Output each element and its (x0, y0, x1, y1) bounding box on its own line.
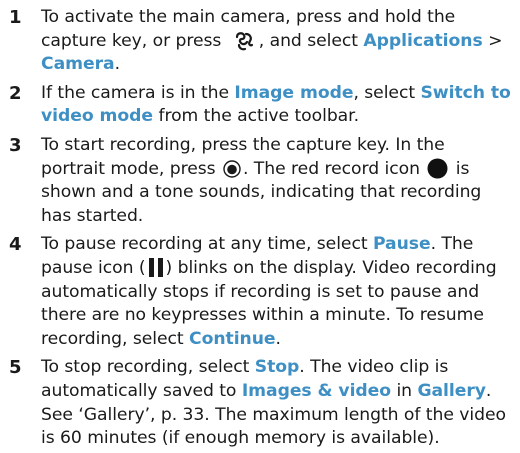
ui-label-stop: Stop (254, 357, 300, 378)
instruction-list: 1 To activate the main camera, press and… (4, 6, 514, 451)
ui-label-image-mode: Image mode (234, 82, 354, 103)
step-text: To pause recording at any time, select (41, 234, 373, 255)
ui-label-camera: Camera (41, 54, 115, 75)
step-number: 1 (9, 7, 22, 28)
step-4: 4 To pause recording at any time, select… (4, 233, 514, 351)
step-text: . The red record icon (242, 158, 420, 179)
ui-label-gallery: Gallery (417, 380, 486, 401)
step-text: , and select (258, 30, 358, 51)
step-number: 4 (9, 234, 22, 256)
step-3: 3 To start recording, press the capture … (4, 134, 514, 228)
step-number: 5 (9, 357, 22, 379)
step-text: . (114, 54, 120, 75)
step-text: . (275, 328, 281, 349)
capture-button-icon (222, 159, 242, 179)
ui-label-pause: Pause (372, 234, 431, 255)
step-number: 2 (9, 82, 22, 104)
ui-label-applications: Applications (363, 30, 483, 51)
step-text: in (391, 380, 418, 401)
menu-key-icon (233, 30, 255, 52)
step-2: 2 If the camera is in the Image mode, se… (4, 82, 514, 129)
manual-page: 1 To activate the main camera, press and… (0, 0, 520, 453)
step-text: > (482, 30, 503, 51)
step-1: 1 To activate the main camera, press and… (4, 6, 514, 77)
step-text: If the camera is in the (41, 82, 235, 103)
record-icon (427, 158, 448, 179)
ui-label-images-video: Images & video (241, 380, 392, 401)
step-text: , select (353, 82, 421, 103)
ui-label-continue: Continue (189, 328, 276, 349)
pause-icon (147, 257, 165, 278)
step-text: from the active toolbar. (153, 106, 360, 127)
step-number: 3 (9, 134, 22, 156)
step-text: To stop recording, select (41, 357, 255, 378)
step-5: 5 To stop recording, select Stop. The vi… (4, 356, 514, 450)
